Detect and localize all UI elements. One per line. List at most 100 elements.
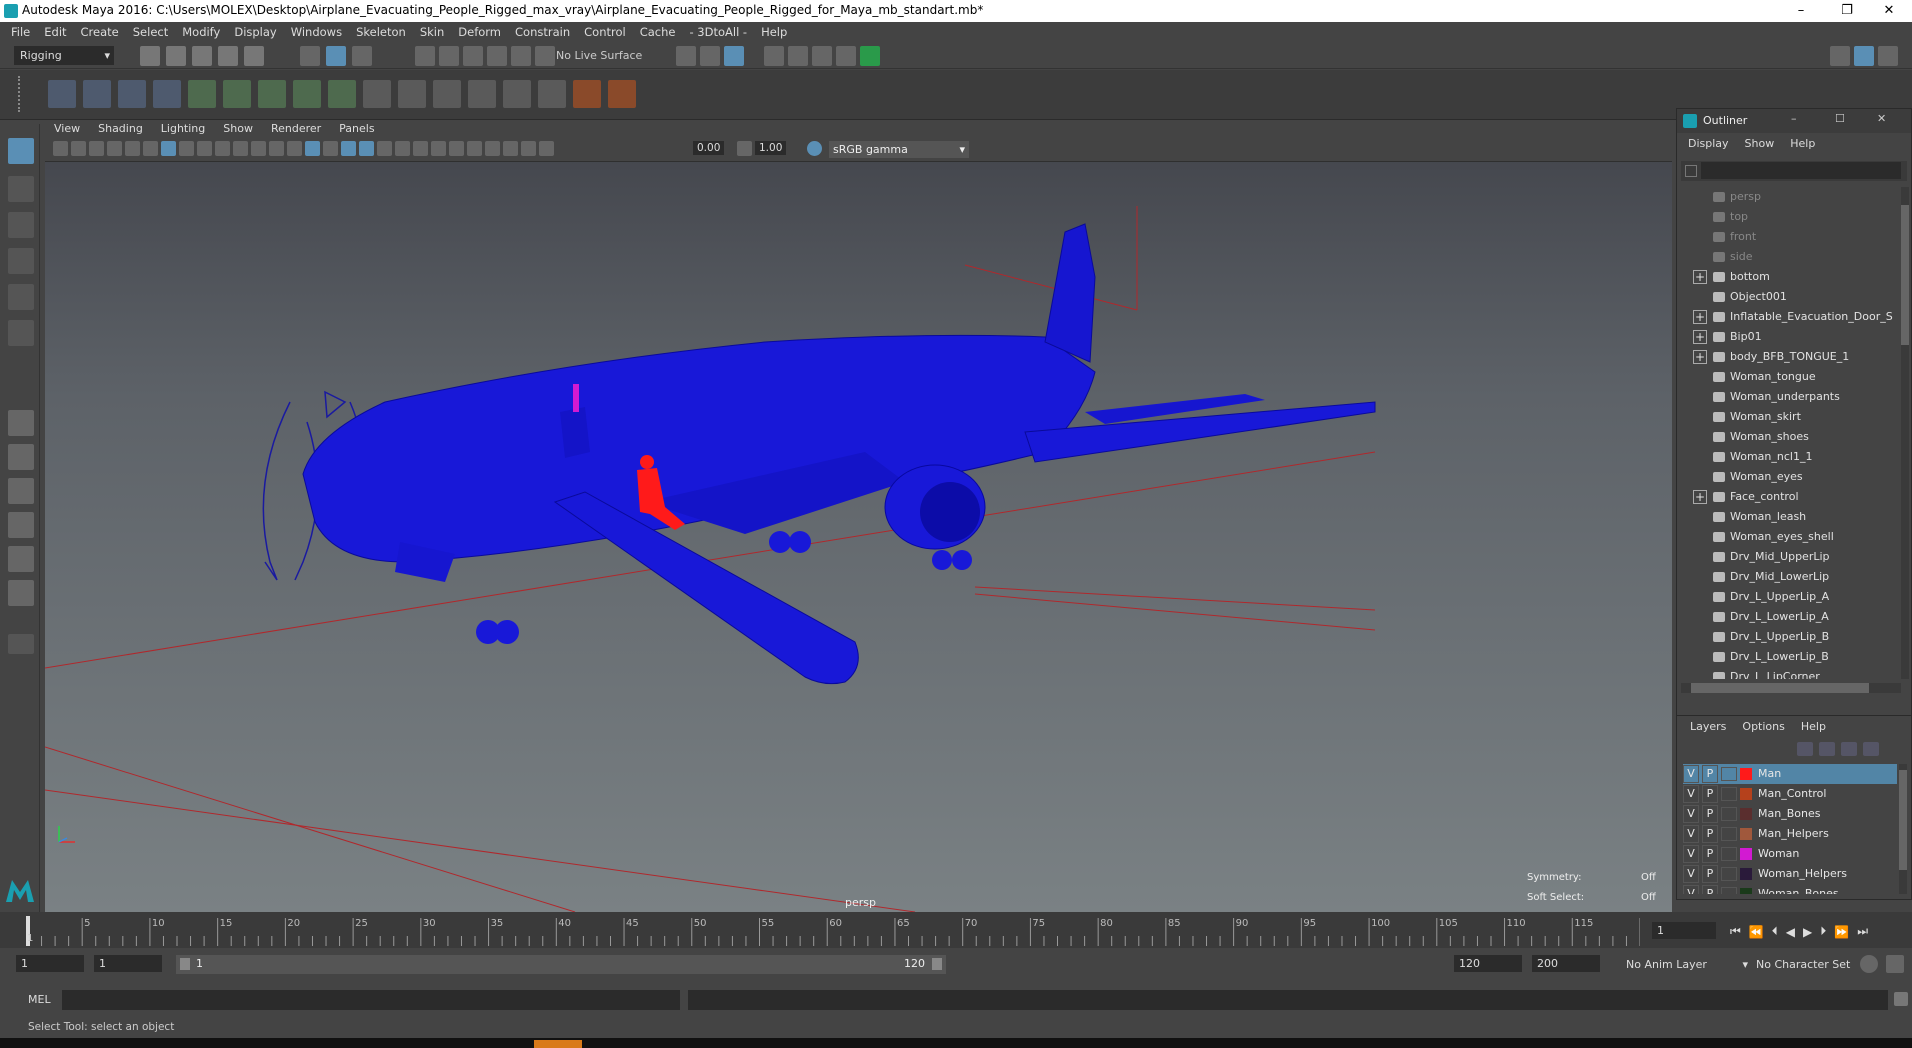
wire-deformer-icon[interactable] bbox=[433, 80, 461, 108]
more-layouts-icon[interactable] bbox=[8, 634, 34, 654]
xray-active-icon[interactable] bbox=[521, 141, 536, 156]
layer-display-type-toggle[interactable] bbox=[1721, 867, 1737, 881]
step-forward-frame-icon[interactable]: ⏵ bbox=[1820, 924, 1826, 939]
outliner-item[interactable]: top bbox=[1681, 207, 1899, 227]
layer-display-type-toggle[interactable] bbox=[1721, 787, 1737, 801]
anti-aliasing-icon[interactable] bbox=[467, 141, 482, 156]
layer-row[interactable]: V P Woman_Bones bbox=[1683, 884, 1897, 894]
panel-menu-panels[interactable]: Panels bbox=[330, 120, 383, 138]
layer-playback-toggle[interactable]: P bbox=[1702, 865, 1718, 883]
motion-blur-icon[interactable] bbox=[449, 141, 464, 156]
blend-shape-icon[interactable] bbox=[398, 80, 426, 108]
ik-spline-icon[interactable] bbox=[118, 80, 146, 108]
expand-icon[interactable]: + bbox=[1693, 330, 1707, 344]
menu-modify[interactable]: Modify bbox=[175, 22, 227, 43]
select-hierarchy-icon[interactable] bbox=[300, 46, 320, 66]
close-button[interactable]: ✕ bbox=[1877, 112, 1886, 125]
grease-pencil-icon[interactable] bbox=[143, 141, 158, 156]
wireframe-icon[interactable] bbox=[287, 141, 302, 156]
outliner-item[interactable]: + Inflatable_Evacuation_Door_S bbox=[1681, 307, 1899, 327]
redo-icon[interactable] bbox=[244, 46, 264, 66]
ipr-render-icon[interactable] bbox=[700, 46, 720, 66]
grid-icon[interactable] bbox=[161, 141, 176, 156]
step-back-key-icon[interactable]: ⏪ bbox=[1749, 925, 1764, 939]
new-layer-from-selection-icon[interactable] bbox=[1863, 742, 1879, 756]
layer-playback-toggle[interactable]: P bbox=[1702, 845, 1718, 863]
colorspace-dropdown[interactable]: sRGB gamma ▾ bbox=[829, 141, 969, 158]
outliner-toggle-icon[interactable] bbox=[1878, 46, 1898, 66]
layer-visibility-toggle[interactable]: V bbox=[1683, 885, 1699, 894]
color-management-icon[interactable] bbox=[807, 141, 822, 156]
layer-display-type-toggle[interactable] bbox=[1721, 887, 1737, 894]
outliner-item[interactable]: Woman_ncl1_1 bbox=[1681, 447, 1899, 467]
toggle-attribute-editor-icon[interactable] bbox=[788, 46, 808, 66]
menu-display[interactable]: Display bbox=[227, 22, 283, 43]
outliner-layout-icon[interactable] bbox=[8, 580, 34, 606]
outliner-item[interactable]: Woman_eyes_shell bbox=[1681, 527, 1899, 547]
layer-menu-layers[interactable]: Layers bbox=[1683, 720, 1733, 733]
outliner-item[interactable]: Woman_leash bbox=[1681, 507, 1899, 527]
use-all-lights-icon[interactable] bbox=[395, 141, 410, 156]
new-scene-icon[interactable] bbox=[140, 46, 160, 66]
layer-playback-toggle[interactable]: P bbox=[1702, 805, 1718, 823]
woman-figure[interactable] bbox=[573, 384, 579, 412]
maximize-button[interactable]: ☐ bbox=[1835, 112, 1845, 125]
expand-icon[interactable]: + bbox=[1693, 310, 1707, 324]
paint-weights-icon[interactable] bbox=[293, 80, 321, 108]
restore-button[interactable]: ❐ bbox=[1824, 0, 1870, 22]
panel-menu-lighting[interactable]: Lighting bbox=[152, 120, 214, 138]
toggle-channel-box-icon[interactable] bbox=[836, 46, 856, 66]
snap-magnet-icon[interactable] bbox=[535, 46, 555, 66]
outliner-vscrollbar[interactable] bbox=[1901, 187, 1909, 679]
smooth-shade-icon[interactable] bbox=[305, 141, 320, 156]
outliner-menu-display[interactable]: Display bbox=[1681, 137, 1736, 150]
snap-point-icon[interactable] bbox=[463, 46, 483, 66]
panel-menu-view[interactable]: View bbox=[45, 120, 89, 138]
layer-color-swatch[interactable] bbox=[1740, 888, 1752, 894]
taskbar-active-app[interactable] bbox=[534, 1040, 582, 1048]
range-bar[interactable]: 1 120 bbox=[176, 955, 946, 974]
gate-mask-icon[interactable] bbox=[215, 141, 230, 156]
select-component-icon[interactable] bbox=[352, 46, 372, 66]
layer-playback-toggle[interactable]: P bbox=[1702, 825, 1718, 843]
viewport-panel[interactable]: View Shading Lighting Show Renderer Panels bbox=[45, 120, 1672, 912]
layer-visibility-toggle[interactable]: V bbox=[1683, 825, 1699, 843]
outliner-item[interactable]: Drv_L_LipCorner bbox=[1681, 667, 1899, 679]
outliner-item[interactable]: Woman_eyes bbox=[1681, 467, 1899, 487]
lasso-tool-icon[interactable] bbox=[8, 176, 34, 202]
bookmark-icon[interactable] bbox=[89, 141, 104, 156]
aim-constraint-icon[interactable] bbox=[608, 80, 636, 108]
auto-key-icon[interactable] bbox=[1860, 955, 1878, 973]
single-pane-layout-icon[interactable] bbox=[8, 410, 34, 436]
paint-select-tool-icon[interactable] bbox=[8, 212, 34, 238]
play-backwards-icon[interactable]: ◀ bbox=[1786, 925, 1795, 939]
playback-start-field[interactable]: 1 bbox=[94, 955, 162, 972]
menu-help[interactable]: Help bbox=[754, 22, 794, 43]
bind-skin-icon[interactable] bbox=[258, 80, 286, 108]
2d-pan-zoom-icon[interactable] bbox=[125, 141, 140, 156]
go-to-start-icon[interactable]: ⏮ bbox=[1730, 924, 1741, 939]
live-surface-label[interactable]: No Live Surface bbox=[556, 49, 642, 62]
layer-display-type-toggle[interactable] bbox=[1721, 767, 1737, 781]
outliner-item[interactable]: + bottom bbox=[1681, 267, 1899, 287]
layer-display-type-toggle[interactable] bbox=[1721, 807, 1737, 821]
mirror-joint-icon[interactable] bbox=[188, 80, 216, 108]
save-scene-icon[interactable] bbox=[192, 46, 212, 66]
outliner-item[interactable]: side bbox=[1681, 247, 1899, 267]
scene-canvas[interactable] bbox=[45, 162, 1672, 912]
menu-edit[interactable]: Edit bbox=[37, 22, 73, 43]
ik-handle-icon[interactable] bbox=[83, 80, 111, 108]
layer-playback-toggle[interactable]: P bbox=[1702, 785, 1718, 803]
play-forwards-icon[interactable]: ▶ bbox=[1803, 925, 1812, 939]
panel-menu-shading[interactable]: Shading bbox=[89, 120, 152, 138]
layer-color-swatch[interactable] bbox=[1740, 848, 1752, 860]
menu-control[interactable]: Control bbox=[577, 22, 633, 43]
menu-3dtoall[interactable]: - 3DtoAll - bbox=[682, 22, 754, 43]
outliner-menu-show[interactable]: Show bbox=[1738, 137, 1782, 150]
character-set-dropdown[interactable]: No Character Set bbox=[1752, 955, 1864, 974]
side-by-side-layout-icon[interactable] bbox=[8, 478, 34, 504]
layer-color-swatch[interactable] bbox=[1740, 868, 1752, 880]
layer-row[interactable]: V P Man bbox=[1683, 764, 1897, 784]
outliner-item[interactable]: Drv_Mid_LowerLip bbox=[1681, 567, 1899, 587]
select-camera-icon[interactable] bbox=[53, 141, 68, 156]
